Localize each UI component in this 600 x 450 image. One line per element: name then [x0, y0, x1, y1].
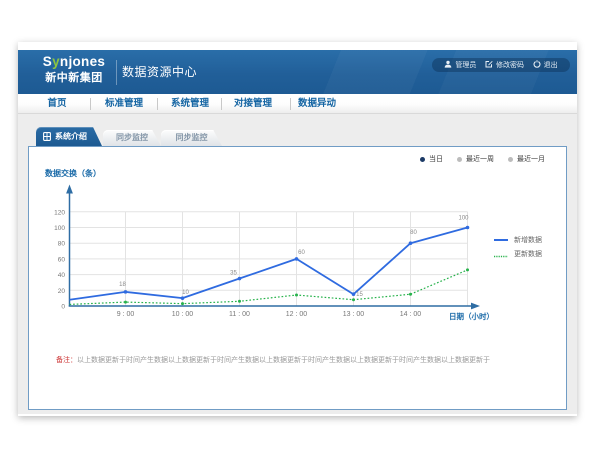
chart-legend: 新增数据更新数据 — [494, 233, 542, 261]
data-point-label: 80 — [410, 230, 417, 236]
y-axis-arrow-icon — [66, 185, 73, 194]
y-tick-label: 0 — [61, 304, 65, 311]
legend-label: 新增数据 — [514, 235, 542, 245]
y-tick-label: 100 — [54, 225, 65, 232]
user-toolbar: 管理员 修改密码 退出 — [432, 58, 570, 72]
data-point-label: 10 — [182, 290, 189, 296]
x-tick-label: 14 : 00 — [400, 311, 422, 318]
data-point — [238, 300, 241, 303]
data-point-label: 35 — [230, 271, 237, 277]
nav-separator — [290, 98, 291, 110]
data-point-label: 18 — [119, 282, 126, 288]
user-toolbar-item-2[interactable]: 退出 — [533, 60, 558, 70]
logo-letter: S — [43, 54, 52, 69]
data-point — [295, 257, 299, 261]
data-point — [409, 241, 413, 245]
nav-item-3[interactable]: 对接管理 — [218, 94, 288, 114]
logo-letter: o — [73, 54, 82, 69]
user-toolbar-label: 退出 — [544, 60, 558, 70]
user-icon — [444, 60, 455, 70]
nav-item-1[interactable]: 标准管理 — [89, 94, 159, 114]
nav-separator — [157, 98, 158, 110]
main-nav: 首页标准管理系统管理对接管理数据异动 — [18, 94, 577, 114]
nav-separator — [90, 98, 91, 110]
tab-1[interactable]: 同步监控 — [103, 130, 161, 147]
y-tick-label: 20 — [58, 288, 66, 295]
logo-letter-y-accent: y — [52, 54, 60, 69]
header-divider — [116, 60, 117, 85]
legend-item-1: 更新数据 — [494, 247, 542, 261]
x-tick-label: 11 : 00 — [229, 311, 250, 318]
chart-panel: 当日最近一周最近一月 数据交换（条） 0204060801001209 : 00… — [28, 146, 567, 410]
footnote: 备注：以上数据更新于时间产生数据以上数据更新于时间产生数据以上数据更新于时间产生… — [56, 355, 490, 365]
data-point — [466, 226, 470, 230]
x-tick-label: 9 : 00 — [117, 311, 135, 318]
y-tick-label: 60 — [58, 256, 66, 263]
logo-company-name: 新中新集团 — [40, 71, 108, 85]
app-header: Synjones 新中新集团 数据资源中心 管理员修改密码退出 — [18, 50, 577, 94]
data-point — [295, 294, 298, 297]
data-point — [409, 293, 412, 296]
document-icon-shape — [43, 132, 51, 141]
x-tick-label: 12 : 00 — [286, 311, 308, 318]
y-tick-label: 80 — [58, 241, 66, 248]
logo-letter: n — [81, 54, 90, 69]
logo-letter: s — [97, 54, 105, 69]
data-point — [352, 298, 355, 301]
power-icon-shape — [533, 60, 541, 68]
data-point — [124, 290, 128, 294]
tab-0-active[interactable]: 系统介绍 — [36, 127, 102, 146]
user-icon-shape-shape — [445, 65, 452, 68]
power-icon-shape-shape — [534, 62, 540, 68]
user-icon-shape — [444, 60, 452, 68]
brand-logo[interactable]: Synjones 新中新集团 — [40, 54, 108, 85]
tab-label: 系统介绍 — [55, 131, 87, 142]
logo-wordmark: Synjones — [40, 54, 108, 70]
x-tick-label: 10 : 00 — [172, 311, 194, 318]
edit-icon-shape — [485, 60, 493, 68]
document-icon — [43, 132, 51, 141]
x-tick-label: 13 : 00 — [343, 311, 365, 318]
footnote-prefix: 备注： — [56, 357, 77, 364]
data-point — [238, 277, 242, 281]
user-toolbar-label: 管理员 — [455, 60, 476, 70]
tab-label: 同步监控 — [176, 132, 208, 143]
footnote-text: 以上数据更新于时间产生数据以上数据更新于时间产生数据以上数据更新于时间产生数据以… — [77, 357, 490, 364]
data-point-label: 60 — [298, 250, 305, 256]
series-line-0 — [70, 228, 468, 300]
data-point — [124, 301, 127, 304]
data-point — [466, 268, 469, 271]
nav-separator — [221, 98, 222, 110]
page-window: Synjones 新中新集团 数据资源中心 管理员修改密码退出 首页标准管理系统… — [18, 0, 577, 416]
line-chart: 0 20 40 60 80 100 120 9 : 00 10 : 00 11 : 00 12 : … — [29, 147, 568, 347]
content-area: 系统介绍同步监控同步监控 当日最近一周最近一月 数据交换（条） 02040608… — [18, 114, 577, 414]
legend-line-dotted — [494, 245, 508, 263]
legend-line-solid — [494, 239, 508, 241]
edit-icon-shape-shape — [486, 62, 492, 68]
y-tick-label: 40 — [58, 272, 66, 279]
user-icon-shape-shape — [447, 61, 450, 64]
user-toolbar-item-0[interactable]: 管理员 — [444, 60, 476, 70]
edit-icon — [485, 60, 496, 70]
y-tick-label: 120 — [54, 209, 65, 216]
power-icon — [533, 60, 544, 70]
data-point — [181, 302, 184, 305]
data-point-label: 15 — [356, 292, 363, 298]
user-toolbar-label: 修改密码 — [496, 60, 524, 70]
legend-label: 更新数据 — [514, 249, 542, 259]
user-toolbar-item-1[interactable]: 修改密码 — [485, 60, 524, 70]
nav-item-2[interactable]: 系统管理 — [155, 94, 225, 114]
nav-item-4[interactable]: 数据异动 — [282, 94, 352, 114]
tab-label: 同步监控 — [116, 132, 148, 143]
chart-x-axis-title: 日期（小时） — [449, 311, 494, 321]
nav-item-0[interactable]: 首页 — [22, 94, 92, 114]
app-title: 数据资源中心 — [122, 63, 197, 80]
tab-2[interactable]: 同步监控 — [161, 130, 222, 147]
data-point — [352, 292, 356, 296]
data-point — [181, 296, 185, 300]
data-point-label: 100 — [458, 216, 469, 222]
x-axis-arrow-icon — [471, 303, 480, 310]
